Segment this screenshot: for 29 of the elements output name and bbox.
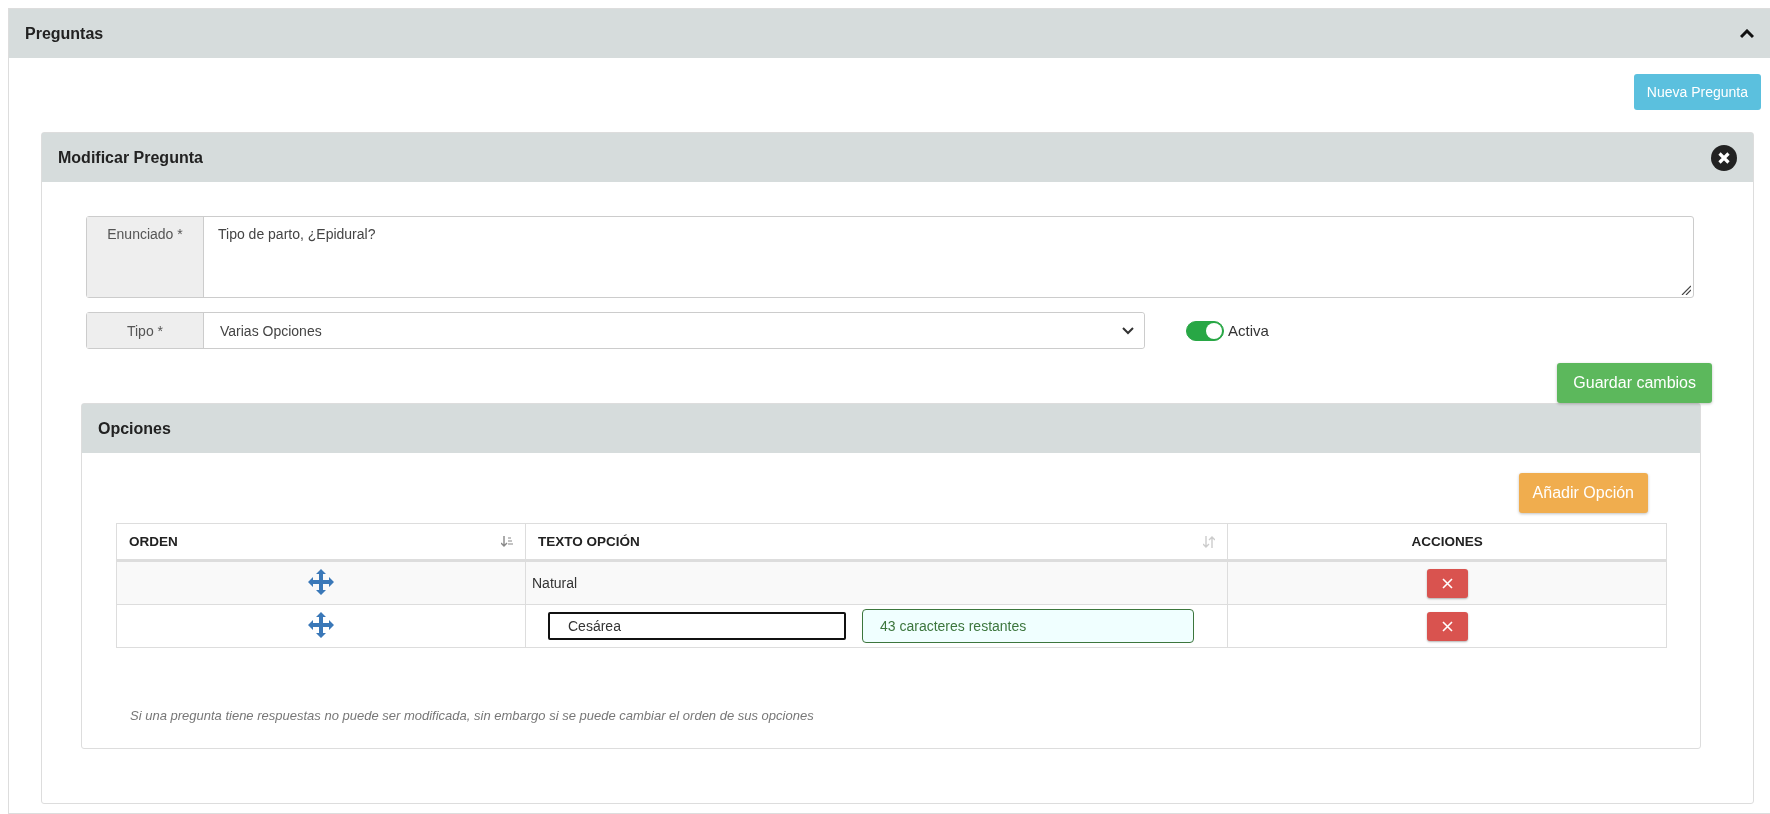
info-note: Si una pregunta tiene respuestas no puede ser modificada, sin embargo si se puede cambiar el orden de sus opciones (130, 708, 815, 723)
column-header: TEXTO OPCIÓN (538, 534, 640, 549)
chevron-down-icon (1122, 326, 1134, 335)
delete-button[interactable] (1426, 568, 1468, 598)
type-select[interactable]: Tipo * Varias Opciones (86, 312, 1145, 349)
field-value: Tipo de parto, ¿Epidural? (218, 226, 376, 242)
panel-title: Opciones (98, 419, 171, 438)
option-input[interactable]: Cesárea (548, 612, 846, 640)
section-header[interactable]: Preguntas (9, 9, 1770, 58)
close-icon (1441, 620, 1453, 632)
close-icon[interactable] (1711, 144, 1737, 171)
panel-title: Modificar Pregunta (58, 148, 203, 167)
option-text: Natural (532, 575, 578, 591)
field-label: Tipo * (87, 313, 204, 348)
move-icon[interactable] (308, 568, 334, 595)
toggle-switch[interactable] (1186, 320, 1224, 341)
statement-field[interactable]: Enunciado * Tipo de parto, ¿Epidural? (86, 216, 1694, 298)
field-label: Enunciado * (87, 217, 204, 297)
move-icon[interactable] (308, 611, 334, 638)
character-counter: 43 caracteres restantes (862, 609, 1194, 643)
chevron-up-icon[interactable] (1740, 28, 1754, 39)
select-value: Varias Opciones (220, 322, 322, 339)
close-icon (1441, 577, 1453, 589)
toggle-label: Activa (1228, 322, 1269, 339)
section-title: Preguntas (25, 24, 104, 43)
sort-icon[interactable] (501, 535, 513, 548)
delete-button[interactable] (1426, 611, 1468, 641)
column-header: ORDEN (129, 534, 178, 549)
resize-handle-icon[interactable] (1681, 285, 1691, 295)
